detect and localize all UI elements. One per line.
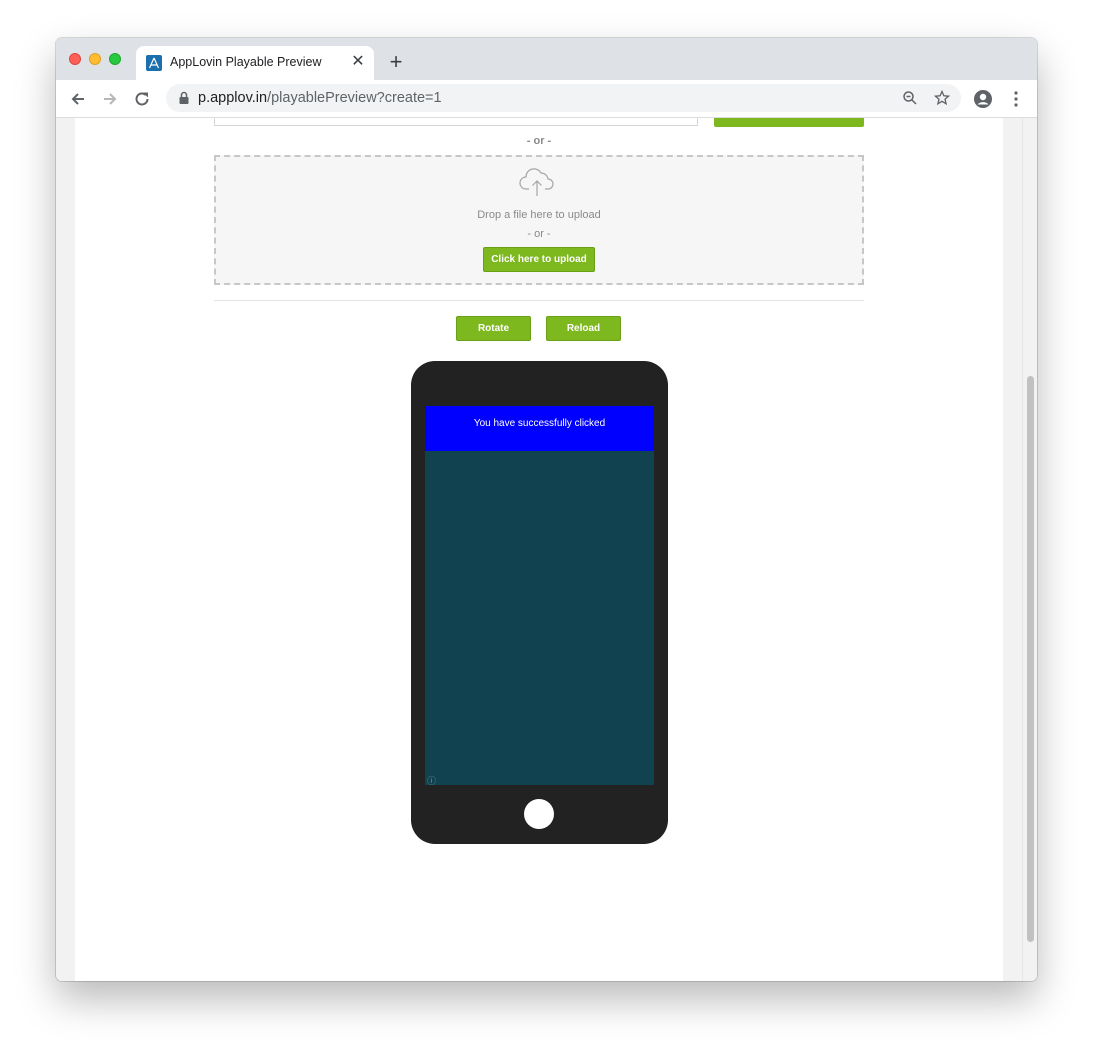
tab-applovin-preview[interactable]: AppLovin Playable Preview ✕ xyxy=(136,46,374,80)
minimize-window-button[interactable] xyxy=(89,53,101,65)
maximize-window-button[interactable] xyxy=(109,53,121,65)
new-tab-button[interactable]: + xyxy=(386,51,406,73)
browser-toolbar: p.applov.in/playablePreview?create=1 xyxy=(56,80,1037,118)
info-icon[interactable]: ⓘ xyxy=(427,774,436,785)
playable-screen[interactable]: You have successfully clicked ⓘ xyxy=(425,406,654,785)
applovin-favicon-icon xyxy=(146,55,162,71)
address-bar[interactable]: p.applov.in/playablePreview?create=1 xyxy=(166,84,961,112)
scrollbar-thumb[interactable] xyxy=(1027,376,1034,942)
scrollbar[interactable] xyxy=(1022,118,1037,981)
banner-text: You have successfully clicked xyxy=(473,418,606,429)
file-dropzone[interactable]: Drop a file here to upload - or - Click … xyxy=(214,155,864,285)
lock-icon xyxy=(178,91,190,110)
drop-instructions: Drop a file here to upload xyxy=(477,209,601,221)
cloud-upload-icon xyxy=(519,167,555,202)
playable-url-input[interactable] xyxy=(214,118,698,126)
zoom-out-icon[interactable] xyxy=(902,90,918,106)
browser-window: AppLovin Playable Preview ✕ + p.applov.i… xyxy=(56,38,1037,981)
page-content: - or - Drop a file here to upload - or -… xyxy=(75,118,1003,981)
close-window-button[interactable] xyxy=(69,53,81,65)
phone-frame: You have successfully clicked ⓘ xyxy=(411,361,668,844)
reload-icon[interactable] xyxy=(132,89,152,109)
url-text: p.applov.in/playablePreview?create=1 xyxy=(198,90,442,106)
tab-close-icon[interactable]: ✕ xyxy=(349,53,367,71)
tab-title: AppLovin Playable Preview xyxy=(170,55,322,69)
divider xyxy=(214,300,864,301)
bookmark-star-icon[interactable] xyxy=(933,89,951,106)
tab-bar: AppLovin Playable Preview ✕ + xyxy=(56,38,1037,80)
or-separator-drop: - or - xyxy=(527,228,551,240)
or-separator: - or - xyxy=(526,135,552,147)
reload-button[interactable]: Reload xyxy=(546,316,621,341)
page-viewport: - or - Drop a file here to upload - or -… xyxy=(56,118,1037,981)
home-button[interactable] xyxy=(524,799,554,829)
upload-button[interactable]: Click here to upload xyxy=(483,247,595,272)
back-icon[interactable] xyxy=(68,89,88,109)
preview-url-button[interactable] xyxy=(714,118,864,127)
menu-kebab-icon[interactable] xyxy=(1006,89,1026,114)
forward-icon[interactable] xyxy=(100,89,120,109)
rotate-button[interactable]: Rotate xyxy=(456,316,531,341)
click-banner[interactable]: You have successfully clicked xyxy=(425,406,654,451)
profile-avatar-icon[interactable] xyxy=(973,89,993,114)
